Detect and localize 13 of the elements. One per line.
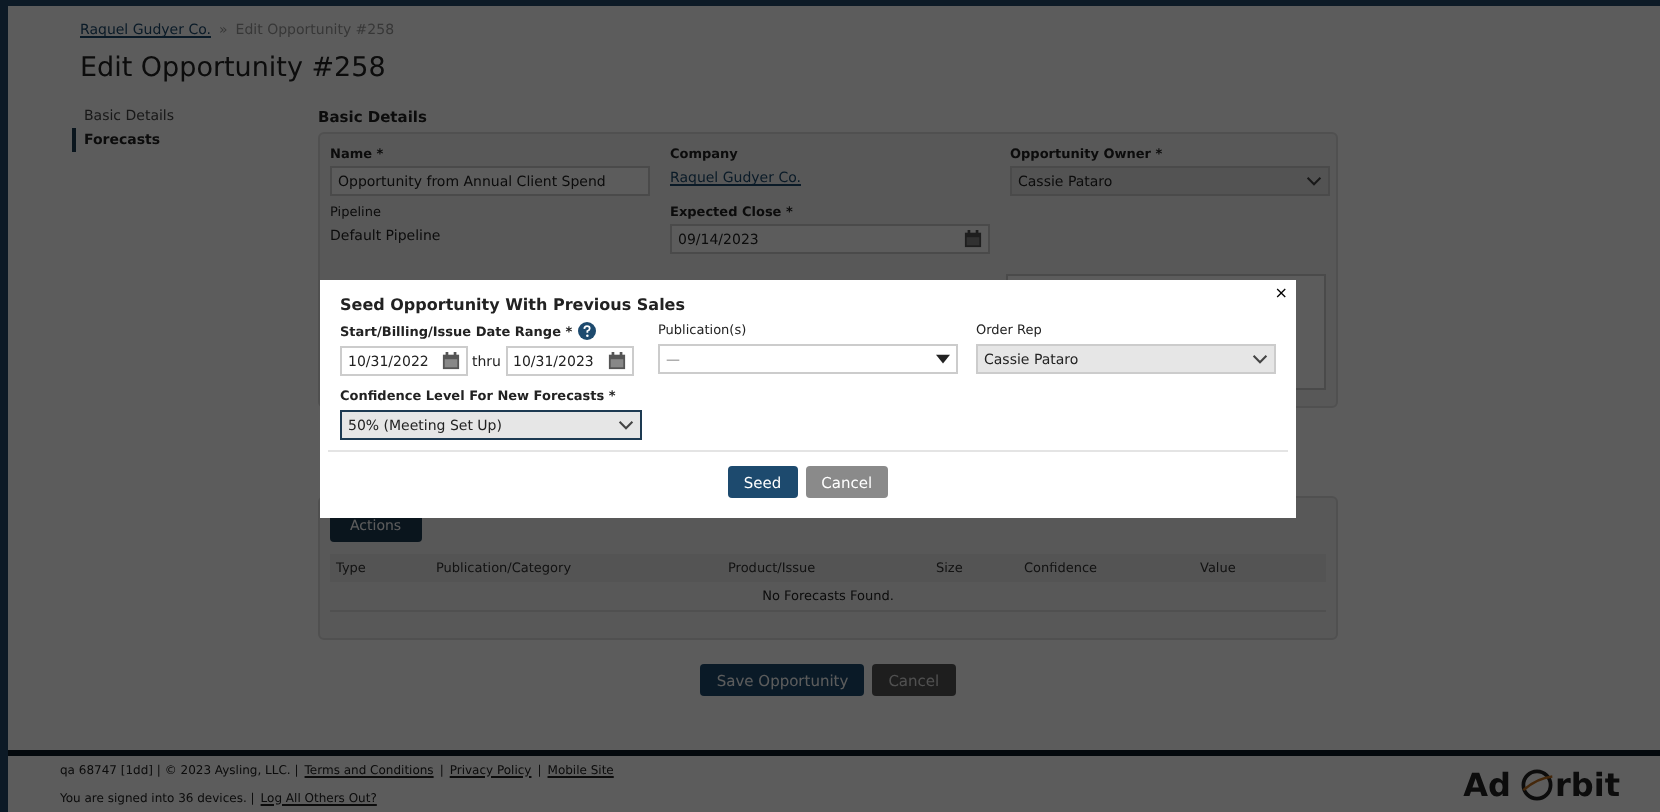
- help-icon[interactable]: [578, 322, 597, 340]
- chevron-down-icon: [1306, 176, 1322, 186]
- logo-text: rbit: [1555, 765, 1620, 803]
- chevron-down-icon: [618, 420, 634, 430]
- dialog-title: Seed Opportunity With Previous Sales: [340, 296, 687, 314]
- orbit-logo-icon: [1519, 767, 1554, 801]
- calendar-icon[interactable]: [442, 352, 460, 370]
- chevron-down-icon: [1252, 354, 1268, 364]
- close-button[interactable]: ×: [1274, 286, 1288, 302]
- calendar-icon[interactable]: [607, 352, 625, 370]
- page-title: Edit Opportunity #258: [80, 52, 388, 84]
- logo-text: Ad: [1463, 765, 1512, 803]
- dropdown-icon: [936, 354, 950, 364]
